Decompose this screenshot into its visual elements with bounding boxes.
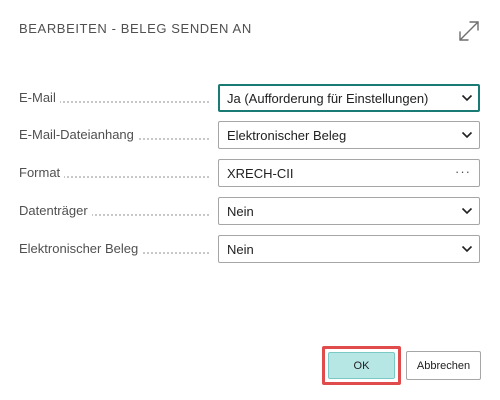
field-row-format: Format XRECH-CII ··· <box>19 159 481 187</box>
data-carrier-value: Nein <box>227 204 254 219</box>
electronic-document-dropdown[interactable]: Nein <box>218 235 480 263</box>
send-document-dialog: BEARBEITEN - BELEG SENDEN AN E-Mail Ja (… <box>0 0 500 400</box>
electronic-document-value: Nein <box>227 242 254 257</box>
email-attachment-dropdown[interactable]: Elektronischer Beleg <box>218 121 480 149</box>
field-row-email-attachment: E-Mail-Dateianhang Elektronischer Beleg <box>19 121 481 149</box>
chevron-down-icon <box>461 94 473 102</box>
format-label: Format <box>19 165 65 180</box>
chevron-down-icon <box>461 131 473 139</box>
email-value: Ja (Aufforderung für Einstellungen) <box>227 91 429 106</box>
lookup-ellipsis-icon[interactable]: ··· <box>455 164 471 179</box>
email-attachment-label: E-Mail-Dateianhang <box>19 127 138 142</box>
email-attachment-value: Elektronischer Beleg <box>227 128 347 143</box>
expand-icon[interactable] <box>457 19 481 43</box>
ok-button[interactable]: OK <box>328 352 395 379</box>
field-row-data-carrier: Datenträger Nein <box>19 197 481 225</box>
data-carrier-label: Datenträger <box>19 203 92 218</box>
field-row-email: E-Mail Ja (Aufforderung für Einstellunge… <box>19 84 481 112</box>
format-value: XRECH-CII <box>227 166 294 181</box>
email-label: E-Mail <box>19 90 60 105</box>
email-dropdown[interactable]: Ja (Aufforderung für Einstellungen) <box>218 84 480 112</box>
dialog-title: BEARBEITEN - BELEG SENDEN AN <box>19 21 252 36</box>
cancel-button[interactable]: Abbrechen <box>406 351 481 380</box>
field-row-electronic-document: Elektronischer Beleg Nein <box>19 235 481 263</box>
chevron-down-icon <box>461 207 473 215</box>
format-lookup-field[interactable]: XRECH-CII ··· <box>218 159 480 187</box>
data-carrier-dropdown[interactable]: Nein <box>218 197 480 225</box>
chevron-down-icon <box>461 245 473 253</box>
electronic-document-label: Elektronischer Beleg <box>19 241 143 256</box>
